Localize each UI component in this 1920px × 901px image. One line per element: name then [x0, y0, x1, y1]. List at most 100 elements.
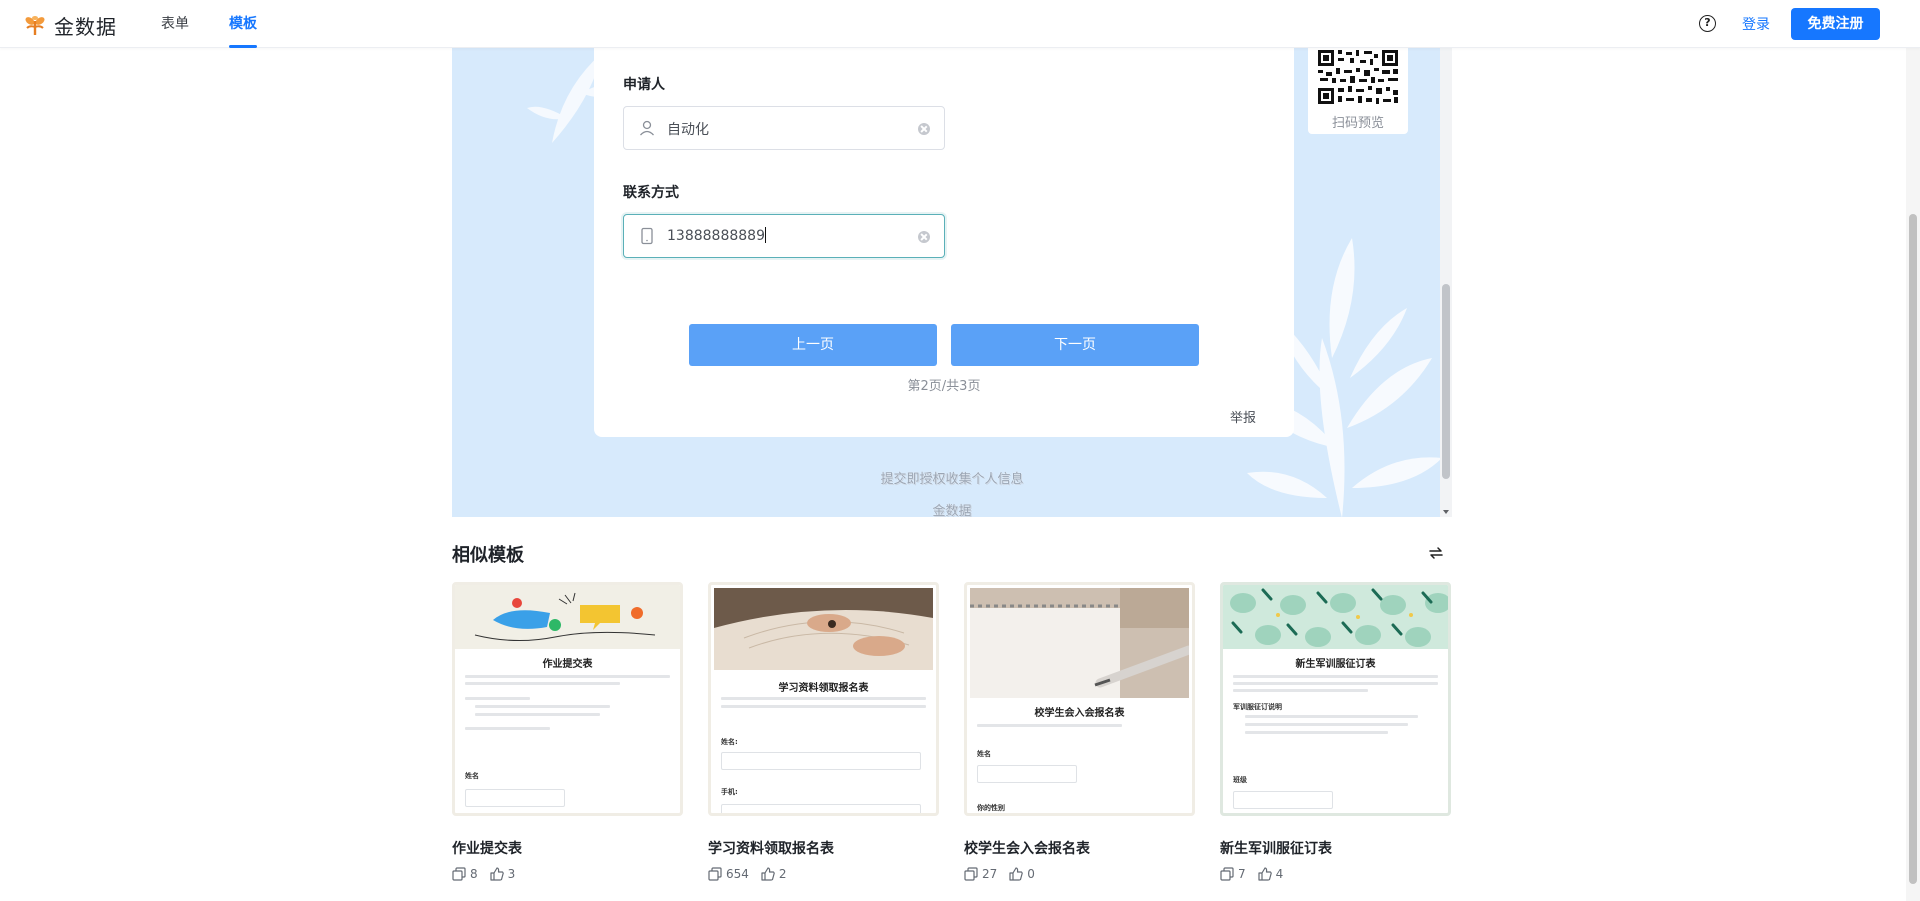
like-count: 0: [1027, 867, 1035, 881]
pattern-banner-icon: [1223, 585, 1448, 649]
thumb-text-line: [1233, 682, 1438, 685]
thumbs-up-icon: [1009, 867, 1024, 881]
clear-icon[interactable]: [918, 123, 930, 135]
prev-page-button[interactable]: 上一页: [689, 324, 937, 366]
nav-item-templates-label: 模板: [229, 16, 257, 32]
thumb-text-line: [465, 682, 620, 685]
copy-count: 7: [1238, 867, 1246, 881]
thumb-text-line: [465, 727, 550, 730]
applicant-value: 自动化: [667, 122, 709, 138]
logo-mark-icon: [25, 15, 45, 35]
qr-label: 扫码预览: [1331, 116, 1384, 131]
template-preview: 申请人 自动化 联系方式 13888888889 上一页 下一页 第2页/共3页…: [452, 48, 1452, 517]
thumb-text-line: [721, 705, 926, 708]
copy-count: 27: [982, 867, 998, 881]
template-name[interactable]: 作业提交表: [452, 838, 683, 858]
template-stats: 8 3: [452, 867, 683, 881]
thumb-text-line: [721, 697, 926, 700]
clear-icon[interactable]: [918, 231, 930, 243]
template-stats: 654 2: [708, 867, 939, 881]
page-scrollbar[interactable]: [1906, 0, 1920, 901]
thumb-text-line: [1233, 689, 1368, 692]
template-thumbnail[interactable]: 学习资料领取报名表 姓名: 手机:: [708, 582, 939, 816]
contact-label: 联系方式: [623, 185, 679, 201]
contact-value-text: 13888888889: [667, 228, 765, 244]
register-button[interactable]: 免费注册: [1791, 8, 1880, 40]
template-stats: 27 0: [964, 867, 1195, 881]
copy-icon: [452, 867, 466, 881]
template-card[interactable]: 校学生会入会报名表 姓名 你的性别 校学生会入会报名表 27 0: [964, 582, 1195, 881]
template-name[interactable]: 新生军训服征订表: [1220, 838, 1451, 858]
thumb-input: [721, 804, 921, 813]
thumb-text-line: [1245, 723, 1408, 726]
login-link[interactable]: 登录: [1742, 14, 1770, 34]
thumb-field-label: 班级: [1233, 776, 1247, 784]
template-thumbnail[interactable]: 新生军训服征订表 军训服征订说明 班级: [1220, 582, 1451, 816]
qr-preview-box: 扫码预览: [1308, 48, 1408, 134]
template-thumbnail[interactable]: 校学生会入会报名表 姓名 你的性别: [964, 582, 1195, 816]
copy-count: 654: [726, 867, 749, 881]
template-name[interactable]: 学习资料领取报名表: [708, 838, 939, 858]
illustration-icon: [455, 585, 680, 649]
logo-text: 金数据: [54, 15, 117, 39]
thumbs-up-icon: [761, 867, 775, 881]
applicant-input[interactable]: 自动化: [623, 106, 945, 150]
nav-item-forms[interactable]: 表单: [161, 0, 189, 48]
like-count: 4: [1275, 867, 1284, 881]
template-card[interactable]: 学习资料领取报名表 姓名: 手机: 学习资料领取报名表 654 2: [708, 582, 939, 881]
thumb-field-label: 姓名: [465, 772, 479, 780]
copy-count: 8: [470, 867, 478, 881]
thumb-title: 新生军训服征订表: [1295, 659, 1376, 670]
thumb-title: 学习资料领取报名表: [778, 683, 869, 694]
copy-icon: [1220, 867, 1234, 881]
thumb-title: 作业提交表: [542, 659, 593, 670]
copy-icon: [708, 867, 722, 881]
thumb-input: [1233, 791, 1333, 809]
applicant-label: 申请人: [623, 77, 665, 93]
thumb-text-line: [465, 675, 670, 678]
thumb-section-label: 军训服征订说明: [1233, 703, 1282, 711]
notebook-pen-photo-icon: [970, 588, 1189, 698]
contact-input[interactable]: 13888888889: [623, 214, 945, 258]
next-page-button[interactable]: 下一页: [951, 324, 1199, 366]
thumb-text-line: [475, 713, 600, 716]
nav-item-templates[interactable]: 模板: [229, 0, 257, 48]
thumb-text-line: [1245, 731, 1388, 734]
preview-scrollbar-thumb[interactable]: [1442, 284, 1450, 479]
thumb-text-line: [977, 724, 1122, 727]
thumbs-up-icon: [490, 867, 504, 881]
report-link[interactable]: 举报: [1230, 407, 1256, 426]
book-photo-icon: [714, 588, 933, 670]
user-icon: [640, 120, 654, 136]
phone-icon: [641, 227, 653, 245]
top-nav-bar: 金数据 表单 模板 ? 登录 免费注册: [0, 0, 1920, 48]
form-card: 申请人 自动化 联系方式 13888888889 上一页 下一页 第2页/共3页…: [594, 48, 1294, 437]
similar-templates-title: 相似模板: [452, 545, 524, 566]
privacy-note: 提交即授权收集个人信息: [880, 472, 1024, 487]
qr-code-icon: [1316, 48, 1400, 106]
thumb-field-label: 姓名:: [721, 738, 738, 746]
question-circle-icon[interactable]: ?: [1699, 15, 1716, 32]
template-card[interactable]: 作业提交表 姓名 作业提交表 8 3: [452, 582, 683, 881]
thumb-text-line: [475, 705, 610, 708]
preview-scrollbar[interactable]: [1440, 48, 1452, 517]
template-thumbnail[interactable]: 作业提交表 姓名: [452, 582, 683, 816]
logo[interactable]: 金数据: [22, 11, 117, 40]
text-caret: [764, 227, 766, 243]
page-scrollbar-thumb[interactable]: [1909, 214, 1917, 884]
refresh-icon[interactable]: [1427, 544, 1445, 562]
like-count: 2: [778, 867, 787, 881]
thumb-field-label: 手机:: [721, 788, 738, 796]
like-count: 3: [507, 867, 516, 881]
thumb-text-line: [1245, 715, 1418, 718]
template-name[interactable]: 校学生会入会报名表: [964, 838, 1195, 858]
active-tab-indicator: [229, 45, 257, 48]
thumb-input: [977, 765, 1077, 783]
contact-value: 13888888889: [667, 227, 766, 244]
thumb-text-line: [465, 697, 530, 700]
scroll-down-arrow-icon[interactable]: [1443, 510, 1449, 514]
template-card[interactable]: 新生军训服征订表 军训服征订说明 班级 新生军训服征订表 7 4: [1220, 582, 1451, 881]
thumbs-up-icon: [1258, 867, 1272, 881]
copy-icon: [964, 867, 978, 881]
template-stats: 7 4: [1220, 867, 1451, 881]
